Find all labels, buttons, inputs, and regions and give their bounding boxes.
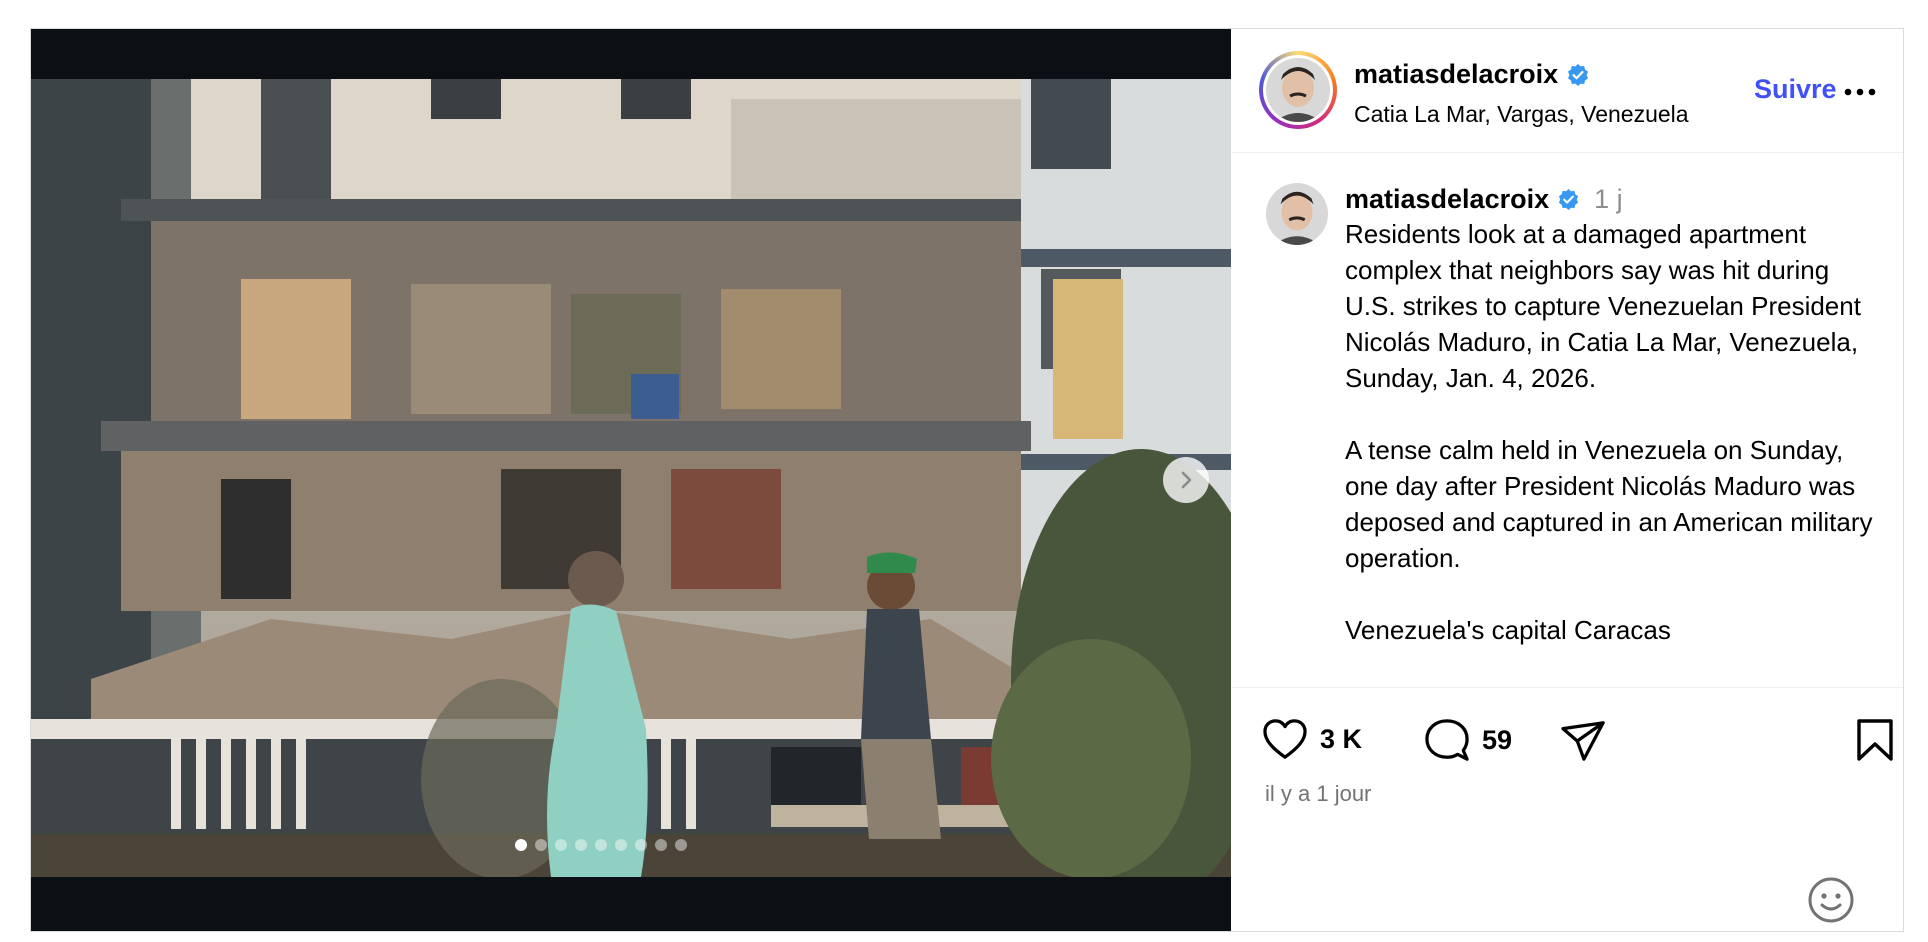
caption-time[interactable]: 1 j [1594, 184, 1623, 215]
post-media [31, 29, 1231, 931]
verified-badge-icon [1559, 188, 1579, 211]
bookmark-icon [1857, 719, 1893, 761]
caption-text: Residents look at a damaged apartment co… [1345, 219, 1873, 645]
chevron-right-icon [1181, 471, 1192, 489]
comment-icon [1425, 719, 1469, 761]
carousel-dot [595, 839, 607, 851]
heart-icon [1263, 719, 1307, 759]
comment-button[interactable]: 59 [1424, 718, 1512, 762]
carousel-dot [555, 839, 567, 851]
share-button[interactable] [1560, 720, 1606, 762]
emoji-icon [1808, 877, 1854, 923]
carousel-dot [575, 839, 587, 851]
author-avatar[interactable] [1259, 51, 1337, 129]
caption-avatar[interactable] [1266, 183, 1328, 245]
verified-badge-icon [1568, 63, 1589, 86]
carousel-indicator [31, 839, 1231, 851]
post-photo[interactable] [31, 79, 1231, 877]
instagram-post: matiasdelacroix Catia La Mar, Vargas, Ve… [30, 28, 1904, 932]
post-location[interactable]: Catia La Mar, Vargas, Venezuela [1354, 101, 1689, 128]
more-options-button[interactable] [1840, 77, 1880, 107]
share-icon [1561, 721, 1605, 761]
post-sidebar: matiasdelacroix Catia La Mar, Vargas, Ve… [1232, 29, 1903, 931]
save-button[interactable] [1856, 718, 1894, 762]
post-time-ago[interactable]: il y a 1 jour [1265, 781, 1371, 807]
carousel-dot [675, 839, 687, 851]
comments-count[interactable]: 59 [1482, 725, 1512, 756]
carousel-dot [515, 839, 527, 851]
author-username[interactable]: matiasdelacroix [1354, 59, 1590, 90]
likes-count[interactable]: 3 K [1320, 724, 1362, 755]
carousel-dot [635, 839, 647, 851]
more-horizontal-icon [1844, 88, 1876, 96]
profile-photo [1266, 183, 1328, 245]
like-button[interactable]: 3 K [1262, 718, 1362, 760]
caption-header: matiasdelacroix 1 j [1345, 184, 1623, 215]
carousel-dot [655, 839, 667, 851]
follow-button[interactable]: Suivre [1754, 74, 1837, 105]
caption-username[interactable]: matiasdelacroix [1345, 184, 1549, 215]
next-slide-button[interactable] [1163, 457, 1209, 503]
post-actions: 3 K 59 il y a 1 jour [1232, 687, 1903, 931]
emoji-picker-button[interactable] [1807, 876, 1855, 929]
carousel-dot [535, 839, 547, 851]
author-username-text: matiasdelacroix [1354, 59, 1559, 89]
profile-photo [1266, 58, 1330, 122]
carousel-dot [615, 839, 627, 851]
caption-section: matiasdelacroix 1 j Residents look at a … [1232, 153, 1903, 687]
post-header: matiasdelacroix Catia La Mar, Vargas, Ve… [1232, 29, 1903, 153]
